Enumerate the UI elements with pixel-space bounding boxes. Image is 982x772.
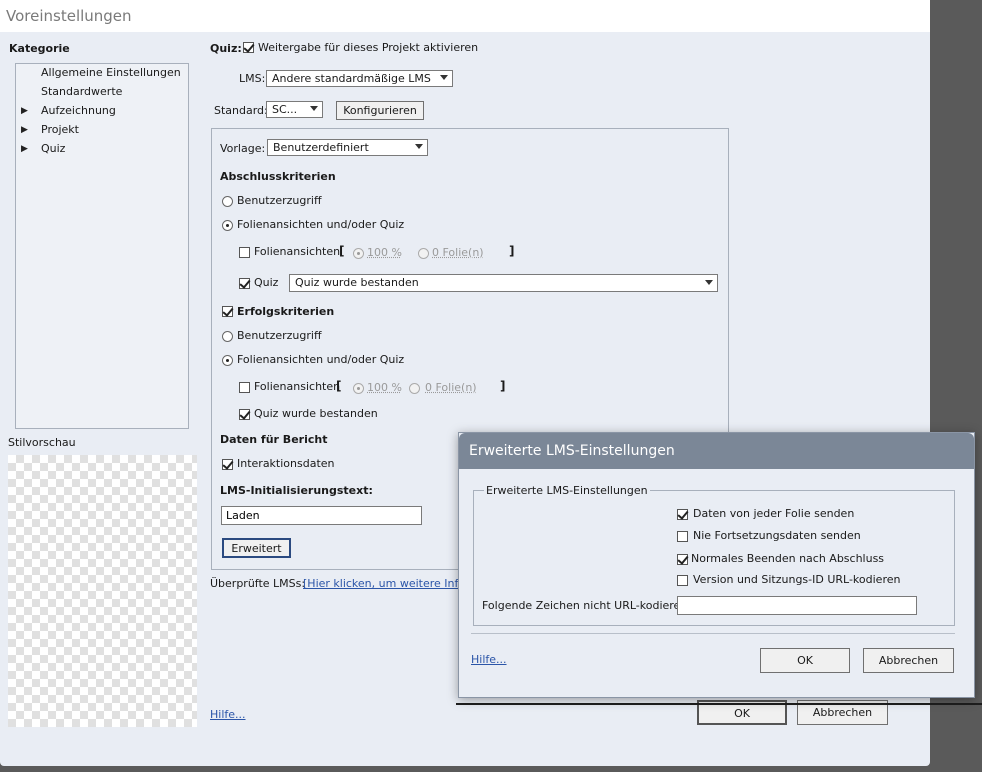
success-user-access-label: Benutzerzugriff bbox=[237, 329, 322, 342]
success-quiz-passed-label: Quiz wurde bestanden bbox=[254, 407, 378, 420]
chevron-down-icon bbox=[440, 75, 448, 80]
dialog-separator bbox=[471, 633, 955, 634]
success-slides-quiz-radio[interactable] bbox=[222, 355, 233, 366]
completion-percent-value: 100 % bbox=[367, 246, 402, 259]
expand-triangle-icon[interactable]: ▶ bbox=[21, 144, 28, 154]
template-select-value: Benutzerdefiniert bbox=[273, 141, 369, 154]
send-data-each-slide-label: Daten von jeder Folie senden bbox=[693, 507, 855, 520]
no-encode-label: Folgende Zeichen nicht URL-kodieren: bbox=[482, 599, 691, 612]
success-quiz-passed-checkbox[interactable] bbox=[239, 409, 250, 420]
expand-triangle-icon[interactable]: ▶ bbox=[21, 106, 28, 116]
category-tree[interactable]: Allgemeine Einstellungen Standardwerte ▶… bbox=[15, 63, 189, 429]
standard-select-value: SC... bbox=[272, 103, 298, 116]
url-encode-version-checkbox[interactable] bbox=[677, 575, 688, 586]
dialog-cancel-button[interactable]: Abbrechen bbox=[863, 648, 954, 673]
completion-slide-views-checkbox[interactable] bbox=[239, 247, 250, 258]
success-slide-views-label: Folienansichten bbox=[254, 380, 341, 393]
style-preview-area bbox=[8, 455, 197, 727]
success-slides-value: 0 Folie(n) bbox=[425, 381, 477, 394]
enable-reporting-checkbox[interactable] bbox=[243, 42, 254, 53]
never-send-resume-checkbox[interactable] bbox=[677, 531, 688, 542]
completion-slides-quiz-radio[interactable] bbox=[222, 220, 233, 231]
bracket-close: ] bbox=[509, 244, 515, 258]
window-shadow bbox=[456, 703, 982, 705]
template-select[interactable]: Benutzerdefiniert bbox=[267, 139, 428, 156]
dialog-help-link[interactable]: Hilfe... bbox=[471, 653, 507, 666]
quiz-label: Quiz: bbox=[210, 42, 242, 55]
completion-percent-radio[interactable] bbox=[353, 248, 364, 259]
dialog-ok-button[interactable]: OK bbox=[760, 648, 850, 673]
style-preview-label: Stilvorschau bbox=[8, 436, 76, 449]
completion-slides-radio[interactable] bbox=[418, 248, 429, 259]
enable-reporting-label: Weitergabe für dieses Projekt aktivieren bbox=[258, 41, 479, 54]
completion-heading: Abschlusskriterien bbox=[220, 170, 336, 183]
success-user-access-radio[interactable] bbox=[222, 331, 233, 342]
completion-user-access-label: Benutzerzugriff bbox=[237, 194, 322, 207]
report-heading: Daten für Bericht bbox=[220, 433, 328, 446]
never-send-resume-label: Nie Fortsetzungsdaten senden bbox=[693, 529, 861, 542]
bracket-open: [ bbox=[339, 244, 345, 258]
success-percent-value: 100 % bbox=[367, 381, 402, 394]
advanced-button[interactable]: Erweitert bbox=[222, 538, 291, 558]
bracket-open: [ bbox=[336, 379, 342, 393]
completion-slides-quiz-label: Folienansichten und/oder Quiz bbox=[237, 218, 405, 231]
completion-quiz-select-value: Quiz wurde bestanden bbox=[295, 276, 419, 289]
completion-quiz-checkbox[interactable] bbox=[239, 278, 250, 289]
checked-lms-link[interactable]: [Hier klicken, um weitere Infor bbox=[303, 577, 470, 590]
init-text-input[interactable] bbox=[221, 506, 422, 525]
tree-item-quiz[interactable]: Quiz bbox=[41, 142, 65, 155]
tree-item-defaults[interactable]: Standardwerte bbox=[41, 85, 122, 98]
bracket-close: ] bbox=[500, 379, 506, 393]
category-heading: Kategorie bbox=[9, 42, 70, 55]
init-text-heading: LMS-Initialisierungstext: bbox=[220, 484, 373, 497]
lms-select-value: Andere standardmäßige LMS bbox=[272, 72, 431, 85]
dialog-title-bar: Erweiterte LMS-Einstellungen bbox=[459, 433, 974, 469]
no-encode-input[interactable] bbox=[677, 596, 917, 615]
success-criteria-checkbox[interactable] bbox=[222, 306, 233, 317]
template-label: Vorlage: bbox=[220, 142, 266, 155]
chevron-down-icon bbox=[415, 144, 423, 149]
completion-slides-value: 0 Folie(n) bbox=[432, 246, 484, 259]
standard-select[interactable]: SC... bbox=[266, 101, 323, 118]
interaction-data-label: Interaktionsdaten bbox=[237, 457, 335, 470]
success-percent-radio[interactable] bbox=[353, 383, 364, 394]
configure-button[interactable]: Konfigurieren bbox=[336, 101, 424, 120]
group-legend: Erweiterte LMS-Einstellungen bbox=[484, 484, 650, 497]
lms-label: LMS: bbox=[239, 72, 266, 85]
tree-item-recording[interactable]: Aufzeichnung bbox=[41, 104, 116, 117]
completion-slide-views-label: Folienansichten bbox=[254, 245, 341, 258]
dialog-title: Erweiterte LMS-Einstellungen bbox=[469, 443, 675, 459]
url-encode-version-label: Version und Sitzungs-ID URL-kodieren bbox=[693, 573, 901, 586]
title-bar: Voreinstellungen bbox=[0, 0, 930, 32]
standard-label: Standard: bbox=[214, 104, 268, 117]
tree-item-project[interactable]: Projekt bbox=[41, 123, 79, 136]
help-link[interactable]: Hilfe... bbox=[210, 708, 246, 721]
normal-exit-checkbox[interactable] bbox=[677, 554, 688, 565]
tree-item-general[interactable]: Allgemeine Einstellungen bbox=[41, 66, 181, 79]
success-slides-radio[interactable] bbox=[409, 383, 420, 394]
advanced-lms-dialog: Erweiterte LMS-Einstellungen Erweiterte … bbox=[458, 432, 975, 698]
lms-select[interactable]: Andere standardmäßige LMS bbox=[266, 70, 453, 87]
completion-user-access-radio[interactable] bbox=[222, 196, 233, 207]
success-slide-views-checkbox[interactable] bbox=[239, 382, 250, 393]
chevron-down-icon bbox=[310, 106, 318, 111]
send-data-each-slide-checkbox[interactable] bbox=[677, 509, 688, 520]
checked-lms-label: Überprüfte LMSs: bbox=[210, 577, 306, 590]
completion-quiz-label: Quiz bbox=[254, 276, 279, 289]
chevron-down-icon bbox=[705, 280, 713, 285]
completion-quiz-select[interactable]: Quiz wurde bestanden bbox=[289, 274, 718, 292]
interaction-data-checkbox[interactable] bbox=[222, 459, 233, 470]
success-heading: Erfolgskriterien bbox=[237, 305, 335, 318]
advanced-settings-group: Erweiterte LMS-Einstellungen Daten von j… bbox=[473, 484, 955, 626]
expand-triangle-icon[interactable]: ▶ bbox=[21, 125, 28, 135]
normal-exit-label: Normales Beenden nach Abschluss bbox=[691, 552, 885, 565]
success-slides-quiz-label: Folienansichten und/oder Quiz bbox=[237, 353, 405, 366]
window-title: Voreinstellungen bbox=[6, 7, 132, 25]
